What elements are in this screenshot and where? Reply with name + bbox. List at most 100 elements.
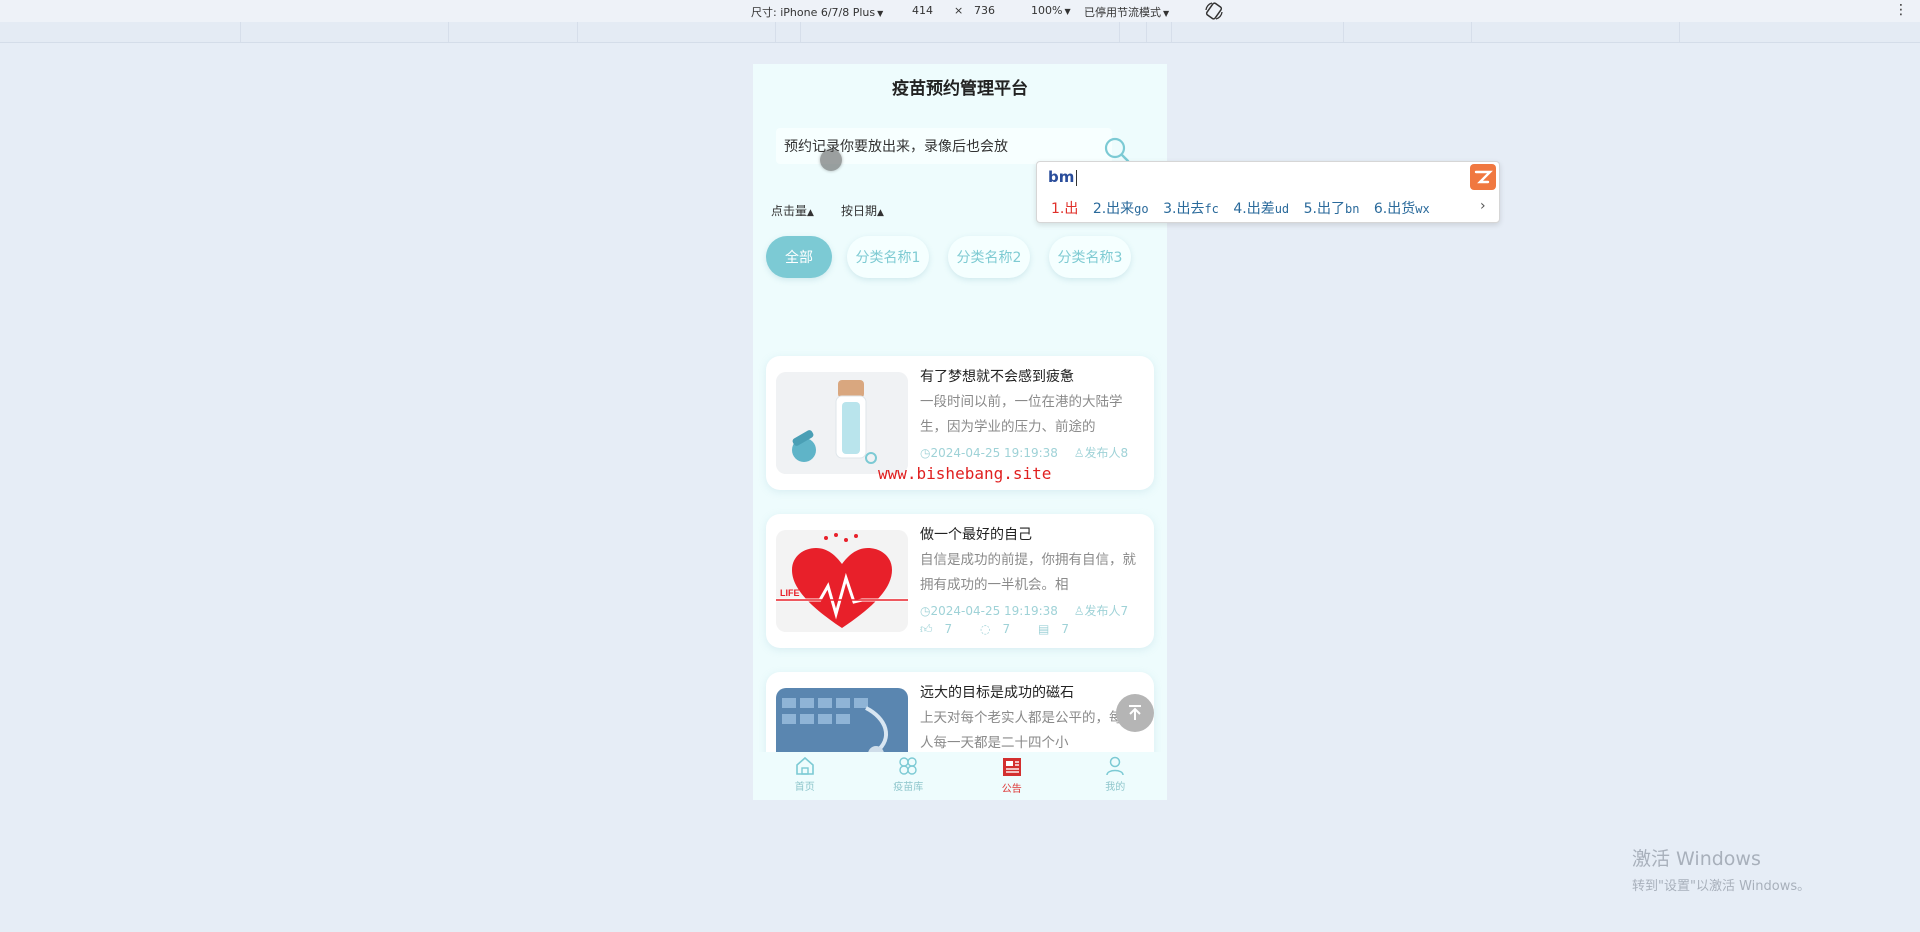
ruler-tick bbox=[240, 22, 241, 42]
search-icon[interactable] bbox=[1103, 136, 1131, 164]
triangle-up-icon: ▲ bbox=[807, 208, 814, 218]
article-author: 发布人8 bbox=[1084, 446, 1129, 460]
triangle-up-icon: ▲ bbox=[877, 208, 884, 218]
clock-icon: ◷ bbox=[920, 446, 931, 460]
ruler-tick bbox=[1171, 22, 1172, 42]
article-summary: 自信是成功的前提，你拥有自信，就拥有成功的一半机会。相 bbox=[920, 552, 1136, 593]
throttle-select[interactable]: 已停用节流模式 ▼ bbox=[1084, 4, 1169, 20]
height-input[interactable]: 736 bbox=[974, 4, 995, 17]
tab-label: 公告 bbox=[1001, 784, 1022, 795]
category-tab-all[interactable]: 全部 bbox=[766, 236, 832, 278]
device-label: 尺寸: iPhone 6/7/8 Plus bbox=[751, 6, 876, 19]
tab-label: 我的 bbox=[1105, 782, 1126, 793]
ruler-tick bbox=[1471, 22, 1472, 42]
activation-title: 激活 Windows bbox=[1632, 848, 1761, 870]
ime-candidates: 1.出 2.出来go 3.出去fc 4.出差ud 5.出了bn 6.出货wx bbox=[1051, 198, 1440, 218]
article-date: 2024-04-25 19:19:38 bbox=[930, 604, 1058, 618]
clock-icon: ◷ bbox=[920, 604, 931, 618]
tab-vaccines[interactable]: 疫苗库 bbox=[857, 752, 961, 800]
ruler-tick bbox=[1119, 22, 1120, 42]
article-title: 远大的目标是成功的磁石 bbox=[920, 685, 1074, 701]
tab-label: 首页 bbox=[794, 782, 815, 793]
tab-profile[interactable]: 我的 bbox=[1064, 752, 1168, 800]
zoom-select[interactable]: 100% ▼ bbox=[1031, 4, 1071, 17]
ruler-tick bbox=[800, 22, 801, 42]
article-meta: ◷2024-04-25 19:19:38 ♙发布人8 bbox=[920, 444, 1128, 461]
svg-text:LIFE: LIFE bbox=[780, 588, 800, 598]
article-summary: 一段时间以前，一位在港的大陆学生，因为学业的压力、前途的 bbox=[920, 394, 1123, 435]
activation-hint: 转到"设置"以激活 Windows。 bbox=[1632, 879, 1811, 894]
user-icon: ♙ bbox=[1073, 446, 1085, 460]
article-date: 2024-04-25 19:19:38 bbox=[930, 446, 1058, 460]
throttle-label: 已停用节流模式 bbox=[1084, 6, 1161, 19]
ruler-tick bbox=[448, 22, 449, 42]
back-to-top-button[interactable] bbox=[1116, 694, 1154, 732]
category-tab-3[interactable]: 分类名称3 bbox=[1049, 236, 1131, 278]
ime-candidate[interactable]: 5.出了bn bbox=[1304, 201, 1360, 217]
tab-label: 疫苗库 bbox=[893, 782, 924, 793]
doctor-illustration-icon bbox=[776, 372, 908, 474]
device-select[interactable]: 尺寸: iPhone 6/7/8 Plus ▼ bbox=[751, 4, 883, 20]
bottom-tabbar: 首页 疫苗库 公告 我的 bbox=[753, 752, 1167, 800]
user-icon: ♙ bbox=[1073, 604, 1085, 618]
category-tab-1[interactable]: 分类名称1 bbox=[847, 236, 929, 278]
tab-announcements[interactable]: 公告 bbox=[960, 752, 1064, 800]
device-ruler bbox=[0, 22, 1920, 43]
dimension-separator: × bbox=[954, 4, 964, 17]
windows-activation-notice: 激活 Windows 转到"设置"以激活 Windows。 bbox=[1632, 844, 1810, 894]
view-count: 7 bbox=[1061, 622, 1069, 636]
thumbs-up-icon: 👍︎ bbox=[920, 622, 933, 636]
zoom-label: 100% bbox=[1031, 4, 1063, 17]
sort-label: 按日期 bbox=[841, 204, 878, 218]
ime-candidate[interactable]: 3.出去fc bbox=[1163, 201, 1219, 217]
ime-candidate[interactable]: 2.出来go bbox=[1093, 201, 1149, 217]
rotate-icon[interactable] bbox=[1204, 1, 1224, 21]
sort-by-clicks[interactable]: 点击量▲ bbox=[771, 202, 814, 219]
watermark: www.bishebang.site bbox=[878, 464, 1052, 483]
ime-composition: bm bbox=[1048, 168, 1078, 186]
article-title: 有了梦想就不会感到疲惫 bbox=[920, 369, 1074, 385]
article-author: 发布人7 bbox=[1084, 604, 1129, 618]
ime-candidate[interactable]: 4.出差ud bbox=[1233, 201, 1289, 217]
devtools-device-toolbar: 尺寸: iPhone 6/7/8 Plus ▼ 414 × 736 100% ▼ 已… bbox=[0, 0, 1920, 22]
category-tab-2[interactable]: 分类名称2 bbox=[948, 236, 1030, 278]
ime-candidate-window: bm 1.出 2.出来go 3.出去fc 4.出差ud 5.出了bn 6.出货w… bbox=[1036, 161, 1500, 223]
sort-label: 点击量 bbox=[771, 204, 808, 218]
comment-icon: ◌ bbox=[980, 622, 991, 636]
article-thumbnail: LIFE bbox=[776, 530, 908, 632]
article-title: 做一个最好的自己 bbox=[920, 527, 1032, 543]
user-icon bbox=[1106, 756, 1124, 776]
ime-candidate[interactable]: 6.出货wx bbox=[1374, 201, 1430, 217]
chevron-down-icon: ▼ bbox=[1163, 9, 1170, 18]
article-stats: 👍︎ 7 ◌ 7 ▤ 7 bbox=[920, 622, 1093, 637]
page-title: 疫苗预约管理平台 bbox=[892, 79, 1028, 99]
ime-pinyin: bm bbox=[1048, 168, 1075, 186]
ruler-tick bbox=[1146, 22, 1147, 42]
chevron-down-icon: ▼ bbox=[1064, 7, 1071, 16]
width-input[interactable]: 414 bbox=[912, 4, 933, 17]
arrow-up-icon bbox=[1129, 705, 1141, 720]
kebab-menu-icon[interactable]: ⋮ bbox=[1894, 2, 1908, 18]
like-count: 7 bbox=[944, 622, 953, 636]
newspaper-icon bbox=[1002, 758, 1021, 776]
article-thumbnail bbox=[776, 372, 908, 474]
sort-by-date[interactable]: 按日期▲ bbox=[841, 202, 884, 219]
tab-home[interactable]: 首页 bbox=[753, 752, 857, 800]
chevron-down-icon: ▼ bbox=[877, 9, 884, 18]
chevron-right-icon[interactable]: › bbox=[1480, 198, 1486, 214]
ime-candidate[interactable]: 1.出 bbox=[1051, 201, 1078, 217]
home-icon bbox=[795, 756, 814, 775]
ruler-tick bbox=[775, 22, 776, 42]
mouse-cursor bbox=[820, 149, 842, 171]
article-card[interactable]: LIFE 做一个最好的自己 自信是成功的前提，你拥有自信，就拥有成功的一半机会。… bbox=[766, 514, 1154, 648]
ruler-tick bbox=[1679, 22, 1680, 42]
text-caret bbox=[1076, 169, 1078, 186]
article-meta: ◷2024-04-25 19:19:38 ♙发布人7 bbox=[920, 602, 1128, 619]
article-summary: 上天对每个老实人都是公平的，每个人每一天都是二十四个小 bbox=[920, 710, 1136, 751]
ruler-tick bbox=[577, 22, 578, 42]
ime-logo-icon[interactable] bbox=[1470, 164, 1496, 190]
heart-life-icon: LIFE bbox=[776, 530, 908, 632]
view-icon: ▤ bbox=[1037, 622, 1050, 636]
ruler-tick bbox=[1343, 22, 1344, 42]
clover-icon bbox=[899, 757, 917, 775]
